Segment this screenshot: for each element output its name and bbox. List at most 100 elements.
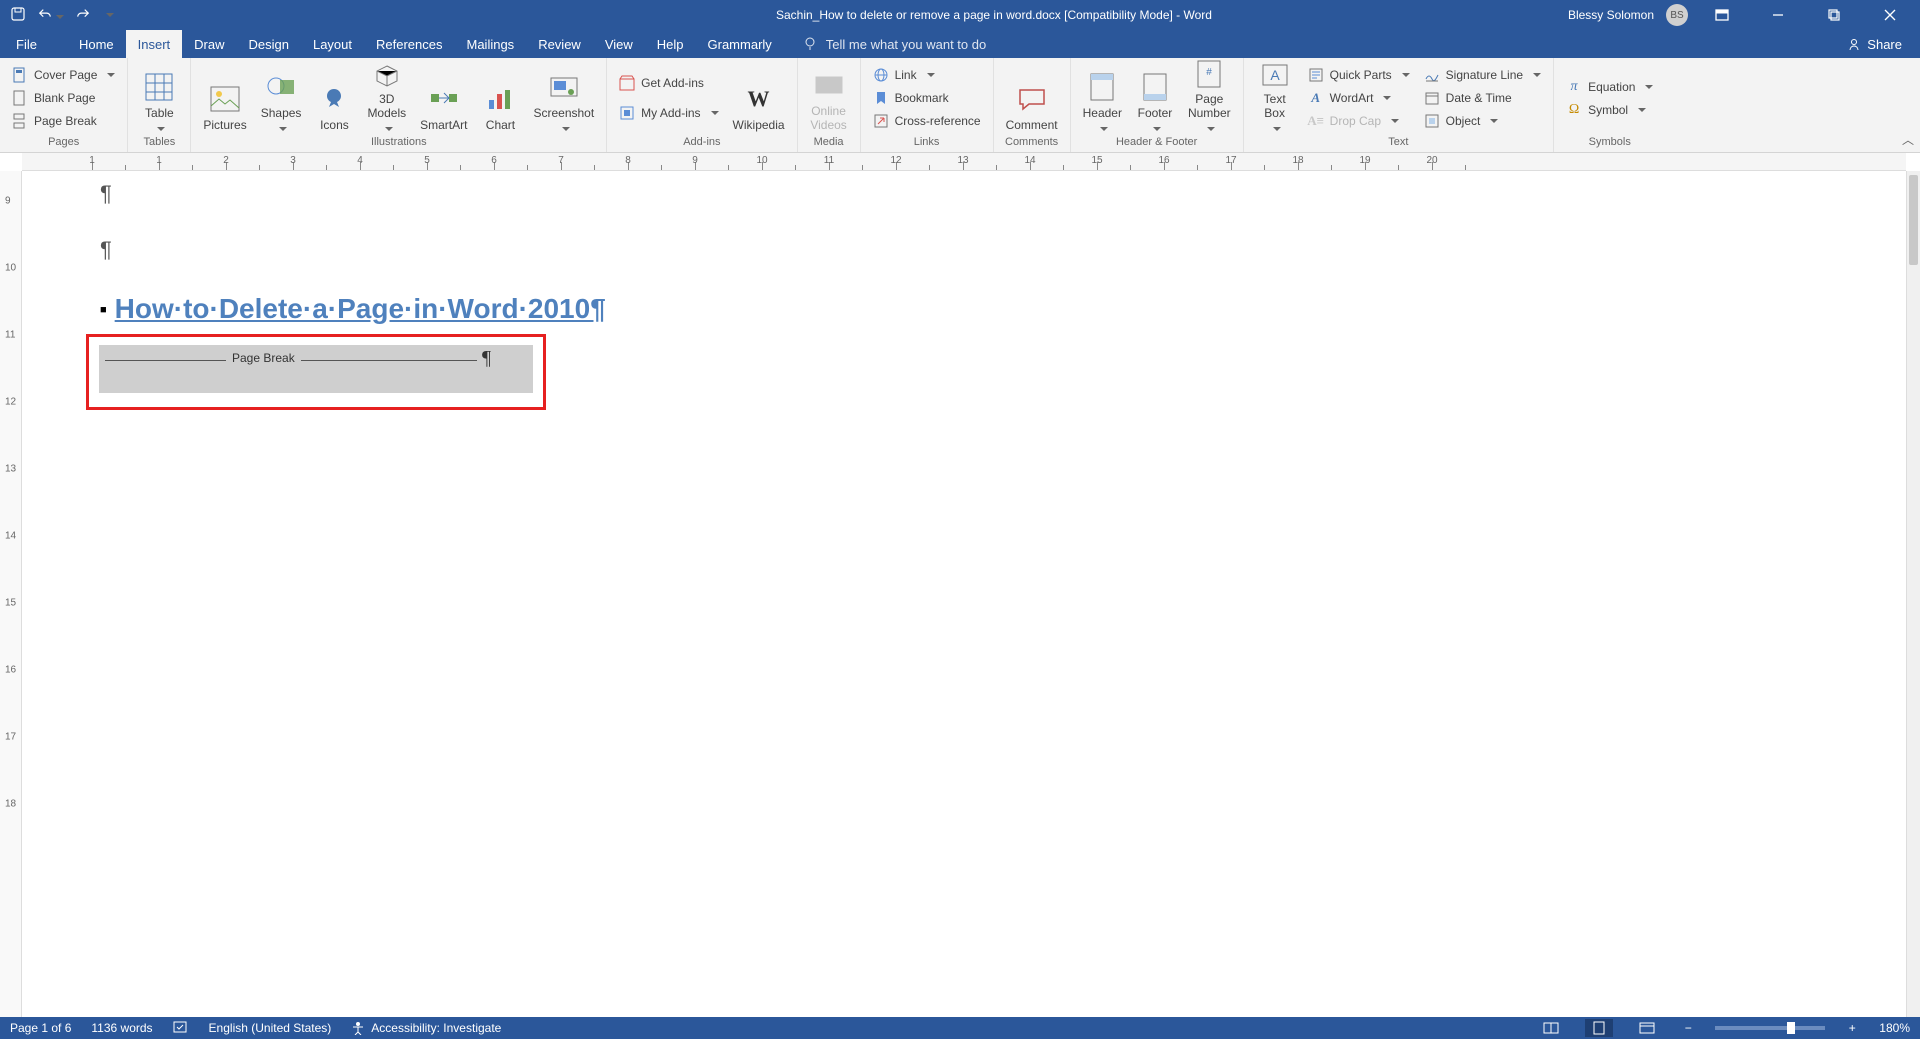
status-language[interactable]: English (United States) — [209, 1021, 332, 1035]
user-name[interactable]: Blessy Solomon — [1568, 8, 1654, 22]
status-accessibility[interactable]: Accessibility: Investigate — [351, 1021, 501, 1035]
group-addins: Get Add-ins My Add-ins WWikipedia Add-in… — [607, 58, 797, 152]
get-addins-button[interactable]: Get Add-ins — [615, 72, 722, 94]
status-spellcheck-icon[interactable] — [173, 1020, 189, 1037]
document-page[interactable]: ¶ ¶ ■How·to·Delete·a·Page·in·Word·2010¶ … — [38, 171, 1906, 1017]
screenshot-icon — [548, 71, 580, 103]
zoom-level[interactable]: 180% — [1879, 1021, 1910, 1035]
signature-icon — [1424, 67, 1440, 83]
view-web-layout[interactable] — [1633, 1019, 1661, 1037]
page-number-button[interactable]: #Page Number — [1184, 63, 1235, 133]
undo-button[interactable] — [38, 7, 64, 24]
page-break-indicator[interactable]: Page Break ¶ — [99, 345, 533, 393]
qat-customize[interactable] — [102, 8, 114, 22]
paragraph-mark: ¶ — [38, 181, 1906, 207]
my-addins-button[interactable]: My Add-ins — [615, 102, 722, 124]
tab-file[interactable]: File — [0, 30, 53, 58]
tab-home[interactable]: Home — [67, 30, 126, 58]
text-box-button[interactable]: AText Box — [1252, 63, 1298, 133]
link-button[interactable]: Link — [869, 64, 985, 86]
cover-page-button[interactable]: Cover Page — [8, 64, 119, 86]
tab-references[interactable]: References — [364, 30, 454, 58]
paragraph-mark: ¶ — [38, 237, 1906, 263]
symbol-button[interactable]: ΩSymbol — [1562, 99, 1657, 121]
ribbon-display-options[interactable] — [1700, 0, 1744, 30]
vertical-ruler[interactable]: 9101112131415161718 — [0, 171, 22, 1017]
tab-mailings[interactable]: Mailings — [455, 30, 527, 58]
equation-button[interactable]: πEquation — [1562, 76, 1657, 98]
share-button[interactable]: Share — [1829, 30, 1920, 58]
header-button[interactable]: Header — [1079, 63, 1126, 133]
collapse-ribbon-button[interactable]: ︿ — [1902, 131, 1914, 148]
pictures-button[interactable]: Pictures — [199, 63, 250, 133]
group-label: Illustrations — [191, 134, 606, 152]
zoom-slider-thumb[interactable] — [1787, 1022, 1795, 1034]
zoom-slider[interactable] — [1715, 1026, 1825, 1030]
3d-models-button[interactable]: 3D Models — [363, 63, 410, 133]
view-print-layout[interactable] — [1585, 1019, 1613, 1037]
object-button[interactable]: Object — [1420, 110, 1545, 132]
tab-review[interactable]: Review — [526, 30, 593, 58]
xref-icon — [873, 113, 889, 129]
tab-draw[interactable]: Draw — [182, 30, 236, 58]
close-button[interactable] — [1868, 0, 1912, 30]
footer-button[interactable]: Footer — [1132, 63, 1178, 133]
smartart-button[interactable]: SmartArt — [416, 63, 471, 133]
tell-me-search[interactable]: Tell me what you want to do — [784, 30, 986, 58]
pagenum-icon: # — [1193, 59, 1225, 89]
table-button[interactable]: Table — [136, 63, 182, 133]
table-icon — [143, 71, 175, 103]
screenshot-button[interactable]: Screenshot — [529, 63, 598, 133]
group-text: AText Box Quick Parts AWordArt A≡Drop Ca… — [1244, 58, 1554, 152]
icons-button[interactable]: Icons — [311, 63, 357, 133]
view-read-mode[interactable] — [1537, 1019, 1565, 1037]
wordart-button[interactable]: AWordArt — [1304, 87, 1414, 109]
wikipedia-button[interactable]: WWikipedia — [729, 63, 789, 133]
quick-parts-button[interactable]: Quick Parts — [1304, 64, 1414, 86]
maximize-button[interactable] — [1812, 0, 1856, 30]
tab-insert[interactable]: Insert — [126, 30, 183, 58]
group-illustrations: Pictures Shapes Icons 3D Models SmartArt… — [191, 58, 607, 152]
blank-page-button[interactable]: Blank Page — [8, 87, 119, 109]
date-time-button[interactable]: Date & Time — [1420, 87, 1545, 109]
shapes-button[interactable]: Shapes — [257, 63, 306, 133]
comment-button[interactable]: Comment — [1002, 63, 1062, 133]
group-pages: Cover Page Blank Page Page Break Pages — [0, 58, 128, 152]
ribbon-tabs: File Home Insert Draw Design Layout Refe… — [0, 30, 1920, 58]
status-word-count[interactable]: 1136 words — [91, 1021, 152, 1035]
zoom-out-button[interactable]: − — [1681, 1021, 1695, 1035]
comment-icon — [1016, 83, 1048, 115]
tab-view[interactable]: View — [593, 30, 645, 58]
page-break-button[interactable]: Page Break — [8, 110, 119, 132]
tab-help[interactable]: Help — [645, 30, 696, 58]
redo-button[interactable] — [76, 7, 90, 24]
horizontal-ruler[interactable]: 11234567891011121314151617181920 — [22, 153, 1906, 171]
bookmark-button[interactable]: Bookmark — [869, 87, 985, 109]
chart-button[interactable]: Chart — [477, 63, 523, 133]
minimize-button[interactable] — [1756, 0, 1800, 30]
object-icon — [1424, 113, 1440, 129]
tab-layout[interactable]: Layout — [301, 30, 364, 58]
cross-reference-button[interactable]: Cross-reference — [869, 110, 985, 132]
title-bar: Sachin_How to delete or remove a page in… — [0, 0, 1920, 30]
header-icon — [1086, 71, 1118, 103]
tab-grammarly[interactable]: Grammarly — [696, 30, 784, 58]
status-page[interactable]: Page 1 of 6 — [10, 1021, 71, 1035]
symbol-icon: Ω — [1566, 102, 1582, 118]
group-symbols: πEquation ΩSymbol Symbols — [1554, 58, 1665, 152]
scrollbar-thumb[interactable] — [1909, 175, 1918, 265]
ribbon: Cover Page Blank Page Page Break Pages T… — [0, 58, 1920, 153]
vertical-scrollbar[interactable] — [1906, 171, 1920, 1017]
icons-icon — [318, 83, 350, 115]
window-title: Sachin_How to delete or remove a page in… — [420, 8, 1568, 22]
chart-icon — [484, 83, 516, 115]
signature-line-button[interactable]: Signature Line — [1420, 64, 1545, 86]
group-label: Links — [861, 134, 993, 152]
group-label: Add-ins — [607, 134, 796, 152]
user-avatar[interactable]: BS — [1666, 4, 1688, 26]
tab-design[interactable]: Design — [237, 30, 301, 58]
group-comments: Comment Comments — [994, 58, 1071, 152]
autosave-icon[interactable] — [10, 6, 26, 25]
zoom-in-button[interactable]: + — [1845, 1021, 1859, 1035]
bookmark-icon — [873, 90, 889, 106]
